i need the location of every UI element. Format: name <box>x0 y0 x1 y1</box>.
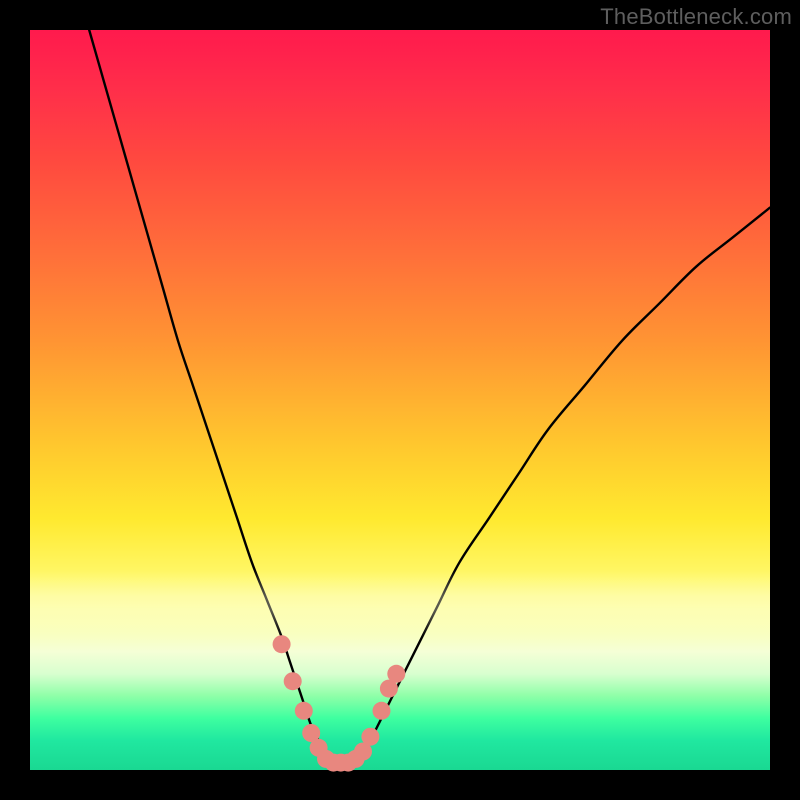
curve-marker <box>361 728 379 746</box>
bottleneck-curve <box>89 30 770 767</box>
curve-marker <box>373 702 391 720</box>
curve-marker <box>273 635 291 653</box>
curve-svg <box>30 30 770 770</box>
curve-markers <box>273 635 406 771</box>
plot-area <box>30 30 770 770</box>
curve-marker <box>284 672 302 690</box>
curve-marker <box>295 702 313 720</box>
curve-marker <box>387 665 405 683</box>
chart-frame: TheBottleneck.com <box>0 0 800 800</box>
watermark-text: TheBottleneck.com <box>600 4 792 30</box>
